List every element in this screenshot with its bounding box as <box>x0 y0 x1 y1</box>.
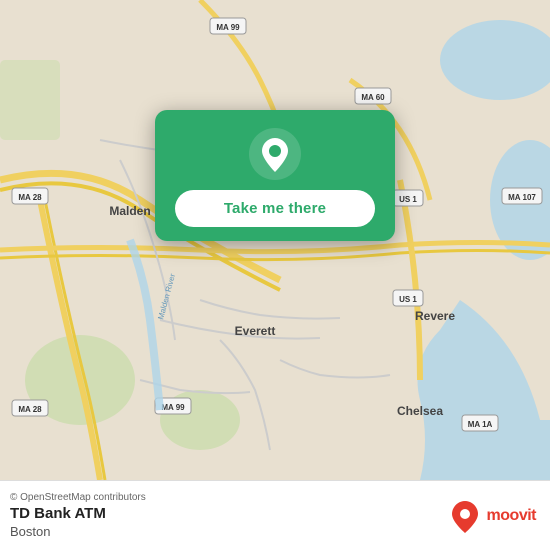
location-pin-icon <box>249 128 301 180</box>
svg-text:US 1: US 1 <box>399 295 417 304</box>
svg-text:MA 107: MA 107 <box>508 193 536 202</box>
svg-text:MA 28: MA 28 <box>18 193 42 202</box>
moovit-icon <box>447 498 483 534</box>
svg-text:MA 60: MA 60 <box>361 93 385 102</box>
take-me-there-button[interactable]: Take me there <box>175 190 375 227</box>
svg-text:US 1: US 1 <box>399 195 417 204</box>
bottom-bar: © OpenStreetMap contributors TD Bank ATM… <box>0 480 550 550</box>
svg-text:MA 99: MA 99 <box>161 403 185 412</box>
attribution: © OpenStreetMap contributors <box>10 492 146 503</box>
location-info: © OpenStreetMap contributors TD Bank ATM… <box>10 492 146 539</box>
svg-text:MA 28: MA 28 <box>18 405 42 414</box>
svg-text:MA 99: MA 99 <box>216 23 240 32</box>
map-container: MA 99 MA 60 US 1 US 1 MA 107 MA 28 MA 28… <box>0 0 550 480</box>
moovit-logo: moovit <box>447 498 536 534</box>
location-city: Boston <box>10 524 146 539</box>
svg-text:Everett: Everett <box>235 324 276 338</box>
location-name: TD Bank ATM <box>10 505 146 522</box>
popup-card: Take me there <box>155 110 395 241</box>
svg-text:MA 1A: MA 1A <box>468 420 493 429</box>
svg-text:Chelsea: Chelsea <box>397 404 443 418</box>
moovit-text: moovit <box>487 507 536 525</box>
svg-text:Malden: Malden <box>109 204 150 218</box>
svg-text:Revere: Revere <box>415 309 455 323</box>
